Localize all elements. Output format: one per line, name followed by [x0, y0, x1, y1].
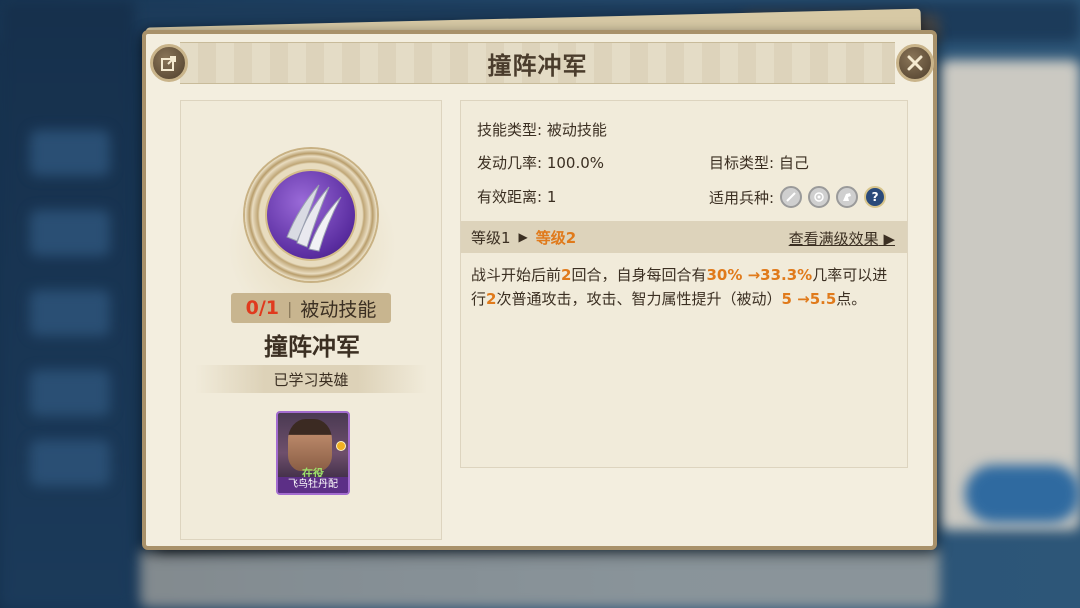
question-icon[interactable]: ?	[864, 186, 887, 208]
badge-divider: |	[286, 298, 293, 318]
close-icon	[907, 55, 923, 71]
background-bottom-strip	[140, 548, 940, 608]
title-bar: 撞阵冲军	[180, 42, 895, 84]
skill-category: 被动技能	[300, 298, 377, 321]
claw-blades-icon	[286, 184, 342, 252]
background-right-panel	[940, 60, 1080, 530]
level-arrow-icon: ▶	[518, 230, 528, 244]
skill-type-row: 技能类型: 被动技能	[477, 119, 607, 140]
next-level: 等级2	[535, 228, 577, 247]
learned-heroes-header: 已学习英雄	[195, 365, 427, 393]
skill-name: 撞阵冲军	[264, 333, 360, 361]
effective-range-row: 有效距离: 1	[477, 186, 556, 207]
target-type-label: 目标类型:	[709, 154, 775, 172]
level-bar: 等级1 ▶ 等级2 查看满级效果 ▶	[461, 221, 907, 253]
share-button[interactable]	[150, 44, 188, 82]
share-icon	[161, 56, 176, 71]
background-sidebar-item	[30, 440, 110, 486]
trigger-rate-row: 发动几率: 100.0%	[477, 152, 604, 173]
skill-type-label: 技能类型:	[477, 121, 543, 139]
effective-range-label: 有效距离:	[477, 188, 543, 206]
hero-portrait	[288, 419, 332, 471]
target-type-value: 自己	[778, 154, 809, 172]
skill-info-card: 技能类型: 被动技能 发动几率: 100.0% 目标类型: 自己 有效距离: 1…	[460, 100, 908, 468]
panel-title: 撞阵冲军	[487, 51, 588, 80]
target-icon[interactable]	[808, 186, 831, 208]
background-sidebar-item	[30, 130, 110, 176]
troop-types-row: 适用兵种: ?	[709, 186, 887, 208]
skill-claw-icon	[265, 169, 357, 261]
close-button[interactable]	[896, 44, 934, 82]
trigger-rate-value: 100.0%	[546, 154, 605, 172]
skill-badge: 0/1 | 被动技能	[231, 293, 391, 323]
current-level: 等级1	[471, 228, 511, 247]
hero-name: 飞鸟牡丹配	[278, 477, 348, 493]
learned-heroes-label: 已学习英雄	[273, 370, 349, 389]
hero-card[interactable]: 在役 飞鸟牡丹配	[276, 411, 350, 495]
skill-summary-card: 0/1 | 被动技能 撞阵冲军 已学习英雄 在役 飞鸟牡丹配	[180, 100, 442, 540]
target-type-row: 目标类型: 自己	[709, 152, 809, 173]
effective-range-value: 1	[546, 188, 557, 206]
trigger-rate-label: 发动几率:	[477, 154, 543, 172]
background-sidebar-item	[30, 370, 110, 416]
background-sidebar-item	[30, 210, 110, 256]
background-action-button	[965, 465, 1080, 523]
view-max-level-link[interactable]: 查看满级效果 ▶	[789, 228, 895, 249]
hero-rank-gem-icon	[336, 441, 346, 451]
skill-detail-panel: 撞阵冲军 0/1 | 被动技能 撞阵冲军 已学习英雄 在役 飞鸟牡丹配 技能类型…	[142, 30, 937, 550]
skill-description: 战斗开始后前2回合，自身每回合有30% →33.3%几率可以进行2次普通攻击，攻…	[471, 266, 888, 308]
skill-count: 0/1	[245, 297, 279, 319]
skill-type-value: 被动技能	[546, 121, 607, 139]
sword-icon[interactable]	[780, 186, 803, 208]
troop-types-label: 适用兵种:	[709, 188, 775, 207]
horse-icon[interactable]	[836, 186, 859, 208]
background-sidebar-item	[30, 290, 110, 336]
